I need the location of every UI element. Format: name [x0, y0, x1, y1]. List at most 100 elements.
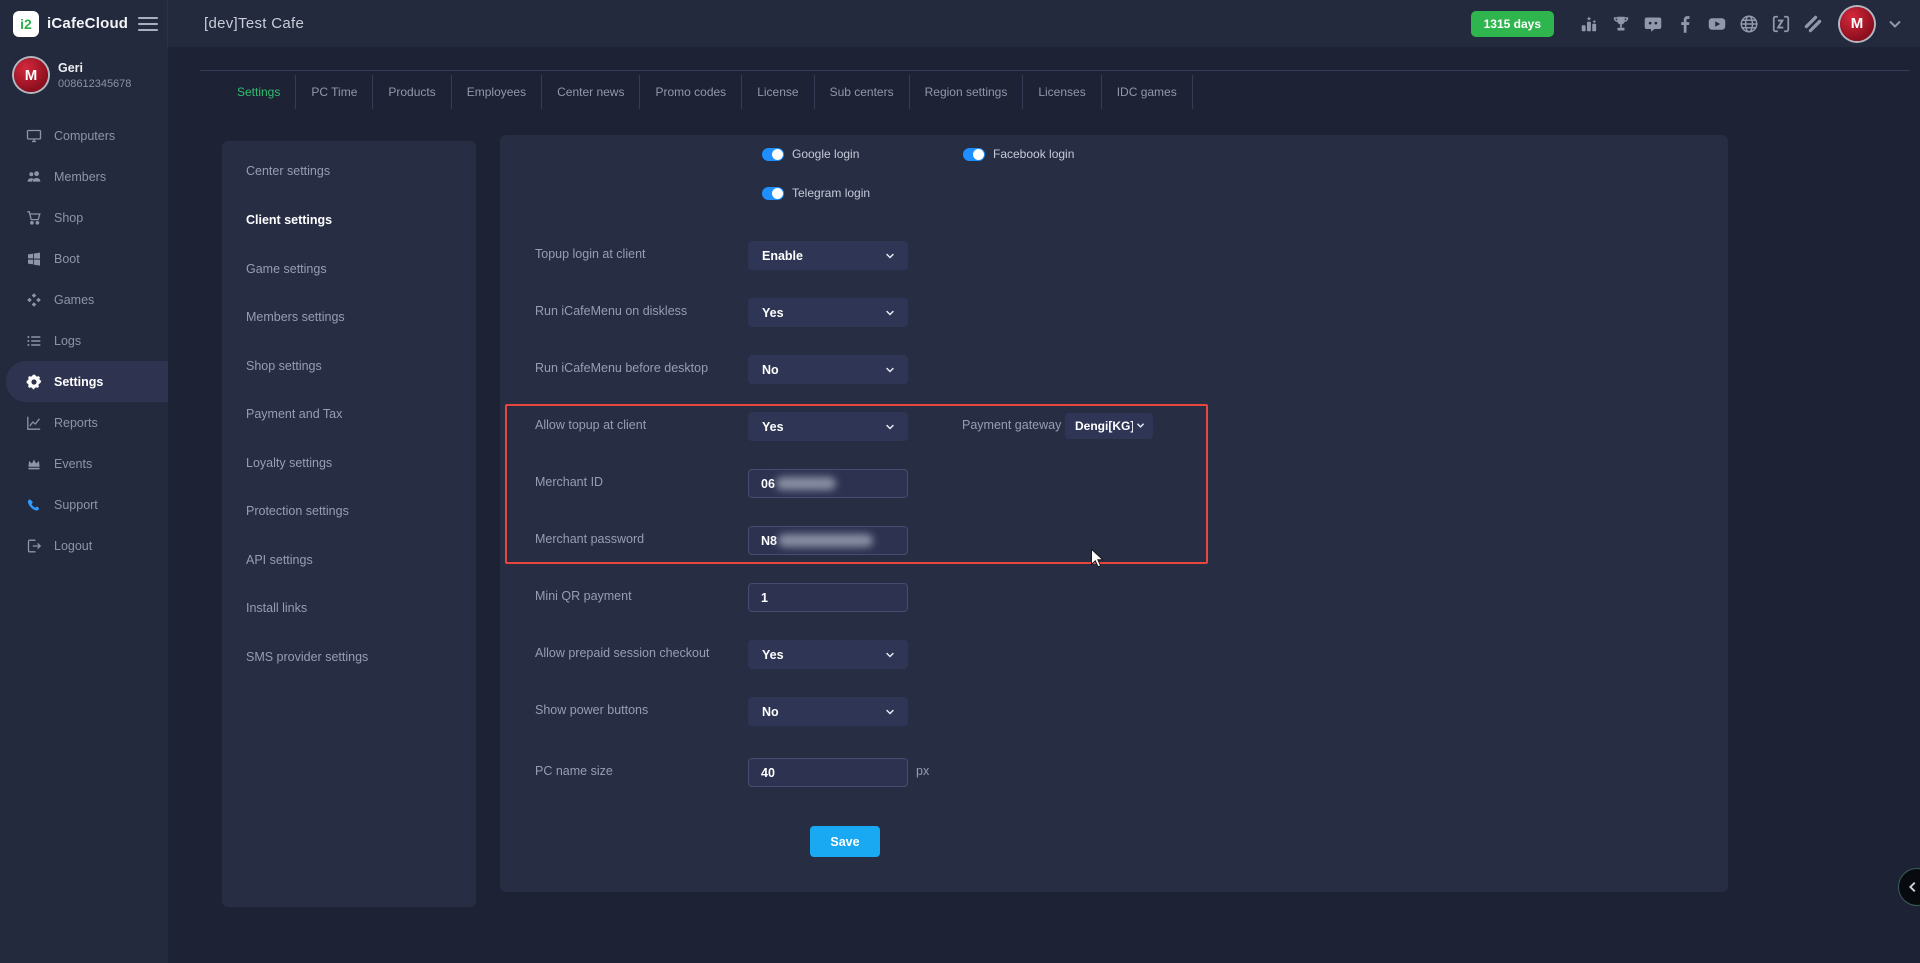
payment-gateway-label: Payment gateway: [962, 418, 1061, 432]
tab-employees[interactable]: Employees: [452, 75, 542, 109]
prepaid-checkout-select[interactable]: Yes: [748, 640, 908, 669]
monitor-icon: [26, 128, 42, 144]
merchant-password-label: Merchant password: [535, 532, 644, 546]
youtube-icon[interactable]: [1706, 13, 1728, 35]
discord-icon[interactable]: [1642, 13, 1664, 35]
power-buttons-select[interactable]: No: [748, 697, 908, 726]
submenu-game-settings[interactable]: Game settings: [246, 262, 327, 276]
submenu-payment-and-tax[interactable]: Payment and Tax: [246, 407, 342, 421]
facebook-login-toggle[interactable]: [963, 148, 985, 161]
sidebar-item-events[interactable]: Events: [6, 443, 168, 484]
header-actions: 1315 days: [1471, 0, 1906, 47]
pc-name-size-label: PC name size: [535, 764, 613, 778]
tab-center-news[interactable]: Center news: [542, 75, 640, 109]
telegram-login-row: Telegram login: [762, 186, 870, 200]
merchant-id-label: Merchant ID: [535, 475, 603, 489]
sidebar-item-games[interactable]: Games: [6, 279, 168, 320]
tab-idc-games[interactable]: IDC games: [1102, 75, 1193, 109]
run-before-desktop-label: Run iCafeMenu before desktop: [535, 361, 708, 375]
payment-gateway-select[interactable]: Dengi[KG]: [1065, 413, 1153, 439]
topup-login-select[interactable]: Enable: [748, 241, 908, 270]
chevron-down-icon[interactable]: [1884, 13, 1906, 35]
save-button[interactable]: Save: [810, 826, 880, 857]
sidebar-item-support[interactable]: Support: [6, 484, 168, 525]
sidebar-item-logout[interactable]: Logout: [6, 525, 168, 566]
run-diskless-select[interactable]: Yes: [748, 298, 908, 327]
tab-license[interactable]: License: [742, 75, 814, 109]
power-buttons-label: Show power buttons: [535, 703, 648, 717]
sidebar-item-reports[interactable]: Reports: [6, 402, 168, 443]
sidebar-item-label: Boot: [54, 252, 80, 266]
sidebar-item-label: Members: [54, 170, 106, 184]
sidebar-item-logs[interactable]: Logs: [6, 320, 168, 361]
merchant-id-input[interactable]: [748, 469, 908, 498]
user-avatar[interactable]: M: [1840, 7, 1874, 41]
submenu-api-settings[interactable]: API settings: [246, 553, 313, 567]
sidebar-item-shop[interactable]: Shop: [6, 197, 168, 238]
ranking-icon[interactable]: [1578, 13, 1600, 35]
tab-products[interactable]: Products: [373, 75, 451, 109]
tab-licenses[interactable]: Licenses: [1023, 75, 1101, 109]
app-logo-icon: i2: [13, 11, 39, 37]
run-diskless-label: Run iCafeMenu on diskless: [535, 304, 687, 318]
google-login-label: Google login: [792, 147, 859, 161]
sidebar-item-settings[interactable]: Settings: [6, 361, 168, 402]
icafecloud-square-icon[interactable]: [1770, 13, 1792, 35]
submenu-loyalty-settings[interactable]: Loyalty settings: [246, 456, 332, 470]
sidebar-item-members[interactable]: Members: [6, 156, 168, 197]
windows-icon: [26, 251, 42, 267]
sidebar-user[interactable]: M Geri 008612345678: [14, 58, 131, 92]
sidebar-item-label: Logs: [54, 334, 81, 348]
run-before-desktop-select[interactable]: No: [748, 355, 908, 384]
merchant-password-input[interactable]: [748, 526, 908, 555]
google-login-toggle[interactable]: [762, 148, 784, 161]
submenu-shop-settings[interactable]: Shop settings: [246, 359, 322, 373]
pc-name-size-input[interactable]: [748, 758, 908, 787]
cart-icon: [26, 210, 42, 226]
sidebar-item-label: Reports: [54, 416, 98, 430]
sidebar-item-label: Logout: [54, 539, 92, 553]
submenu-center-settings[interactable]: Center settings: [246, 164, 330, 178]
sidebar-item-label: Support: [54, 498, 98, 512]
tab-sub-centers[interactable]: Sub centers: [815, 75, 910, 109]
mini-qr-label: Mini QR payment: [535, 589, 632, 603]
app-logo-text: iCafeCloud: [47, 15, 128, 32]
sidebar-item-computers[interactable]: Computers: [6, 115, 168, 156]
topup-login-label: Topup login at client: [535, 247, 646, 261]
user-name: Geri: [58, 61, 131, 75]
sidebar-item-label: Computers: [54, 129, 115, 143]
cafe-title: [dev]Test Cafe: [204, 15, 304, 32]
sidebar-item-label: Events: [54, 457, 92, 471]
allow-topup-select[interactable]: Yes: [748, 412, 908, 441]
sidebar-menu: Computers Members Shop Boot Games Logs S…: [0, 115, 168, 566]
tab-promo-codes[interactable]: Promo codes: [640, 75, 742, 109]
tab-settings[interactable]: Settings: [222, 75, 296, 109]
sidebar-item-label: Games: [54, 293, 94, 307]
submenu-client-settings[interactable]: Client settings: [246, 213, 332, 227]
globe-icon[interactable]: [1738, 13, 1760, 35]
mini-qr-input[interactable]: [748, 583, 908, 612]
crown-icon: [26, 456, 42, 472]
phone-icon: [26, 497, 42, 513]
prepaid-checkout-label: Allow prepaid session checkout: [535, 646, 709, 660]
top-header: i2 iCafeCloud [dev]Test Cafe 1315 days: [0, 0, 1920, 47]
stripes-logo-icon[interactable]: [1802, 13, 1824, 35]
submenu-install-links[interactable]: Install links: [246, 601, 307, 615]
submenu-sms-provider-settings[interactable]: SMS provider settings: [246, 650, 368, 664]
list-icon: [26, 333, 42, 349]
gear-icon: [26, 374, 42, 390]
telegram-login-toggle[interactable]: [762, 187, 784, 200]
menu-toggle-icon[interactable]: [138, 13, 158, 35]
sidebar-item-boot[interactable]: Boot: [6, 238, 168, 279]
collapse-widget-button[interactable]: [1898, 868, 1920, 906]
facebook-login-row: Facebook login: [963, 147, 1074, 161]
facebook-icon[interactable]: [1674, 13, 1696, 35]
submenu-members-settings[interactable]: Members settings: [246, 310, 345, 324]
tab-region-settings[interactable]: Region settings: [910, 75, 1024, 109]
submenu-protection-settings[interactable]: Protection settings: [246, 504, 349, 518]
trophy-icon[interactable]: [1610, 13, 1632, 35]
sidebar: M Geri 008612345678 Computers Members Sh…: [0, 47, 168, 963]
tab-pc-time[interactable]: PC Time: [296, 75, 373, 109]
google-login-row: Google login: [762, 147, 859, 161]
license-days-badge[interactable]: 1315 days: [1471, 11, 1554, 37]
